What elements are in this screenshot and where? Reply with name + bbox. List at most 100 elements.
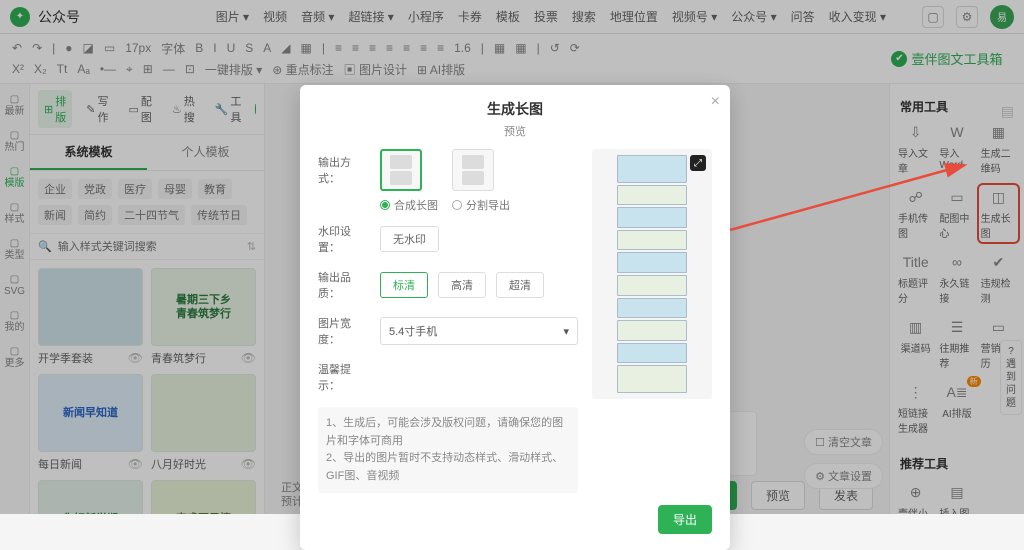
- tool-渠道码[interactable]: ▥渠道码: [896, 315, 935, 357]
- top-menu-item[interactable]: 超链接 ▾: [348, 8, 393, 25]
- tool-生成二维码[interactable]: ▦生成二维码: [979, 120, 1018, 177]
- top-menu-item[interactable]: 问答: [791, 8, 815, 25]
- fmt-button[interactable]: ◪: [83, 41, 94, 55]
- category-tag[interactable]: 医疗: [118, 179, 152, 199]
- fmt-button[interactable]: ≡: [352, 41, 359, 55]
- top-menu-item[interactable]: 视频号 ▾: [672, 8, 717, 25]
- search-input[interactable]: [58, 241, 241, 253]
- fmt-button[interactable]: ≡: [420, 41, 427, 55]
- sub-tab[interactable]: 系统模板: [30, 135, 147, 170]
- output-mode-split[interactable]: [452, 149, 494, 191]
- tool-插入图表[interactable]: ▤插入图表: [937, 480, 976, 514]
- fmt-button[interactable]: 1.6: [454, 41, 471, 55]
- tool-手机传图[interactable]: ☍手机传图: [896, 185, 935, 242]
- top-menu-item[interactable]: 搜索: [572, 8, 596, 25]
- fmt-button[interactable]: ↶: [12, 41, 22, 55]
- fmt-button[interactable]: ⊞: [143, 62, 153, 76]
- top-menu-item[interactable]: 音频 ▾: [301, 8, 334, 25]
- top-menu-item[interactable]: 模板: [496, 8, 520, 25]
- fmt-button[interactable]: ≡: [335, 41, 342, 55]
- category-tag[interactable]: 教育: [198, 179, 232, 199]
- top-menu-item[interactable]: 小程序: [408, 8, 444, 25]
- fmt-button[interactable]: ▦: [301, 41, 312, 55]
- fmt-button[interactable]: ≡: [437, 41, 444, 55]
- template-card[interactable]: 享盛夏风情享盛夏风情👁: [151, 480, 256, 514]
- template-card[interactable]: 你好新学期你好新学期👁: [38, 480, 143, 514]
- help-float[interactable]: ? 遇到问题: [1000, 340, 1022, 415]
- template-card[interactable]: 开学季套装👁: [38, 268, 143, 366]
- fmt-button[interactable]: ⊡: [185, 62, 195, 76]
- quality-option[interactable]: 标清: [380, 272, 428, 298]
- fmt-button[interactable]: ●: [65, 41, 72, 55]
- top-menu-item[interactable]: 视频: [263, 8, 287, 25]
- mobile-icon[interactable]: ▢: [922, 6, 944, 28]
- tool-短链接生成器[interactable]: ⋮短链接生成器: [896, 380, 935, 437]
- fmt-button[interactable]: ⊛ 重点标注: [272, 61, 333, 78]
- fmt-button[interactable]: |: [322, 41, 325, 55]
- top-menu-item[interactable]: 公众号 ▾: [731, 8, 776, 25]
- fmt-button[interactable]: ⟳: [570, 41, 580, 55]
- category-tag[interactable]: 简约: [78, 205, 112, 225]
- tool-导入Word[interactable]: W导入Word: [937, 120, 976, 173]
- fmt-button[interactable]: ▦: [494, 41, 505, 55]
- top-menu-item[interactable]: 收入变现 ▾: [829, 8, 886, 25]
- gear-icon[interactable]: ⚙: [956, 6, 978, 28]
- preview-icon[interactable]: 👁: [128, 351, 143, 365]
- preview-icon[interactable]: 👁: [241, 457, 256, 471]
- left-tab[interactable]: 🔧工具: [209, 90, 248, 128]
- fmt-button[interactable]: ≡: [369, 41, 376, 55]
- tool-生成长图[interactable]: ◫生成长图: [979, 185, 1018, 242]
- fmt-button[interactable]: |: [537, 41, 540, 55]
- fmt-button[interactable]: ▣ 图片设计: [344, 61, 407, 78]
- fmt-button[interactable]: ⌖: [126, 62, 133, 77]
- radio-merge[interactable]: 合成长图: [380, 197, 438, 213]
- fmt-button[interactable]: ≡: [386, 41, 393, 55]
- rail-item[interactable]: ▢SVG: [0, 274, 29, 298]
- export-button[interactable]: 导出: [658, 505, 712, 534]
- fmt-button[interactable]: Aₐ: [77, 62, 89, 76]
- top-menu-item[interactable]: 地理位置: [610, 8, 658, 25]
- template-card[interactable]: 暑期三下乡 青春筑梦行青春筑梦行👁: [151, 268, 256, 366]
- fmt-button[interactable]: 字体: [161, 40, 185, 57]
- tool-标题评分[interactable]: Title标题评分: [896, 250, 935, 307]
- quality-option[interactable]: 高清: [438, 272, 486, 298]
- left-tab[interactable]: ⊞排版: [38, 90, 72, 128]
- fmt-button[interactable]: B: [195, 41, 203, 55]
- avatar[interactable]: 易: [990, 5, 1014, 29]
- category-tag[interactable]: 传统节日: [191, 205, 247, 225]
- top-menu-item[interactable]: 图片 ▾: [216, 8, 249, 25]
- fmt-button[interactable]: Tt: [57, 62, 68, 76]
- category-tag[interactable]: 党政: [78, 179, 112, 199]
- fmt-button[interactable]: ◢: [281, 41, 290, 55]
- fmt-button[interactable]: X₂: [34, 62, 47, 76]
- filter-icon[interactable]: ⇅: [247, 240, 256, 253]
- rail-item[interactable]: ▢样式: [0, 202, 29, 226]
- template-card[interactable]: 八月好时光👁: [151, 374, 256, 472]
- fmt-button[interactable]: ↺: [550, 41, 560, 55]
- left-tab[interactable]: ♨热搜: [166, 90, 201, 128]
- fmt-button[interactable]: 一键排版 ▾: [205, 61, 262, 78]
- preview-icon[interactable]: 👁: [128, 457, 143, 471]
- radio-split[interactable]: 分割导出: [452, 197, 510, 213]
- tool-导入文章[interactable]: ⇩导入文章: [896, 120, 935, 177]
- close-icon[interactable]: ×: [711, 93, 720, 111]
- quality-option[interactable]: 超清: [496, 272, 544, 298]
- category-tag[interactable]: 二十四节气: [118, 205, 185, 225]
- rail-item[interactable]: ▢类型: [0, 238, 29, 262]
- tool-配图中心[interactable]: ▭配图中心: [937, 185, 976, 242]
- preview-icon[interactable]: 👁: [241, 351, 256, 365]
- sub-tab[interactable]: 个人模板: [147, 135, 264, 170]
- fmt-button[interactable]: I: [213, 41, 216, 55]
- rail-item[interactable]: ▢最新: [0, 94, 29, 118]
- template-card[interactable]: 新闻早知道每日新闻👁: [38, 374, 143, 472]
- rail-item[interactable]: ▢热门: [0, 130, 29, 154]
- left-tab[interactable]: ▭配图: [122, 90, 157, 128]
- tool-违规检测[interactable]: ✔违规检测: [979, 250, 1018, 307]
- category-tag[interactable]: 企业: [38, 179, 72, 199]
- article-settings-button[interactable]: ⚙ 文章设置: [804, 463, 883, 489]
- top-menu-item[interactable]: 卡券: [458, 8, 482, 25]
- category-tag[interactable]: 新闻: [38, 205, 72, 225]
- category-tag[interactable]: 母婴: [158, 179, 192, 199]
- output-mode-merge[interactable]: [380, 149, 422, 191]
- left-tab[interactable]: ✎写作: [80, 90, 114, 128]
